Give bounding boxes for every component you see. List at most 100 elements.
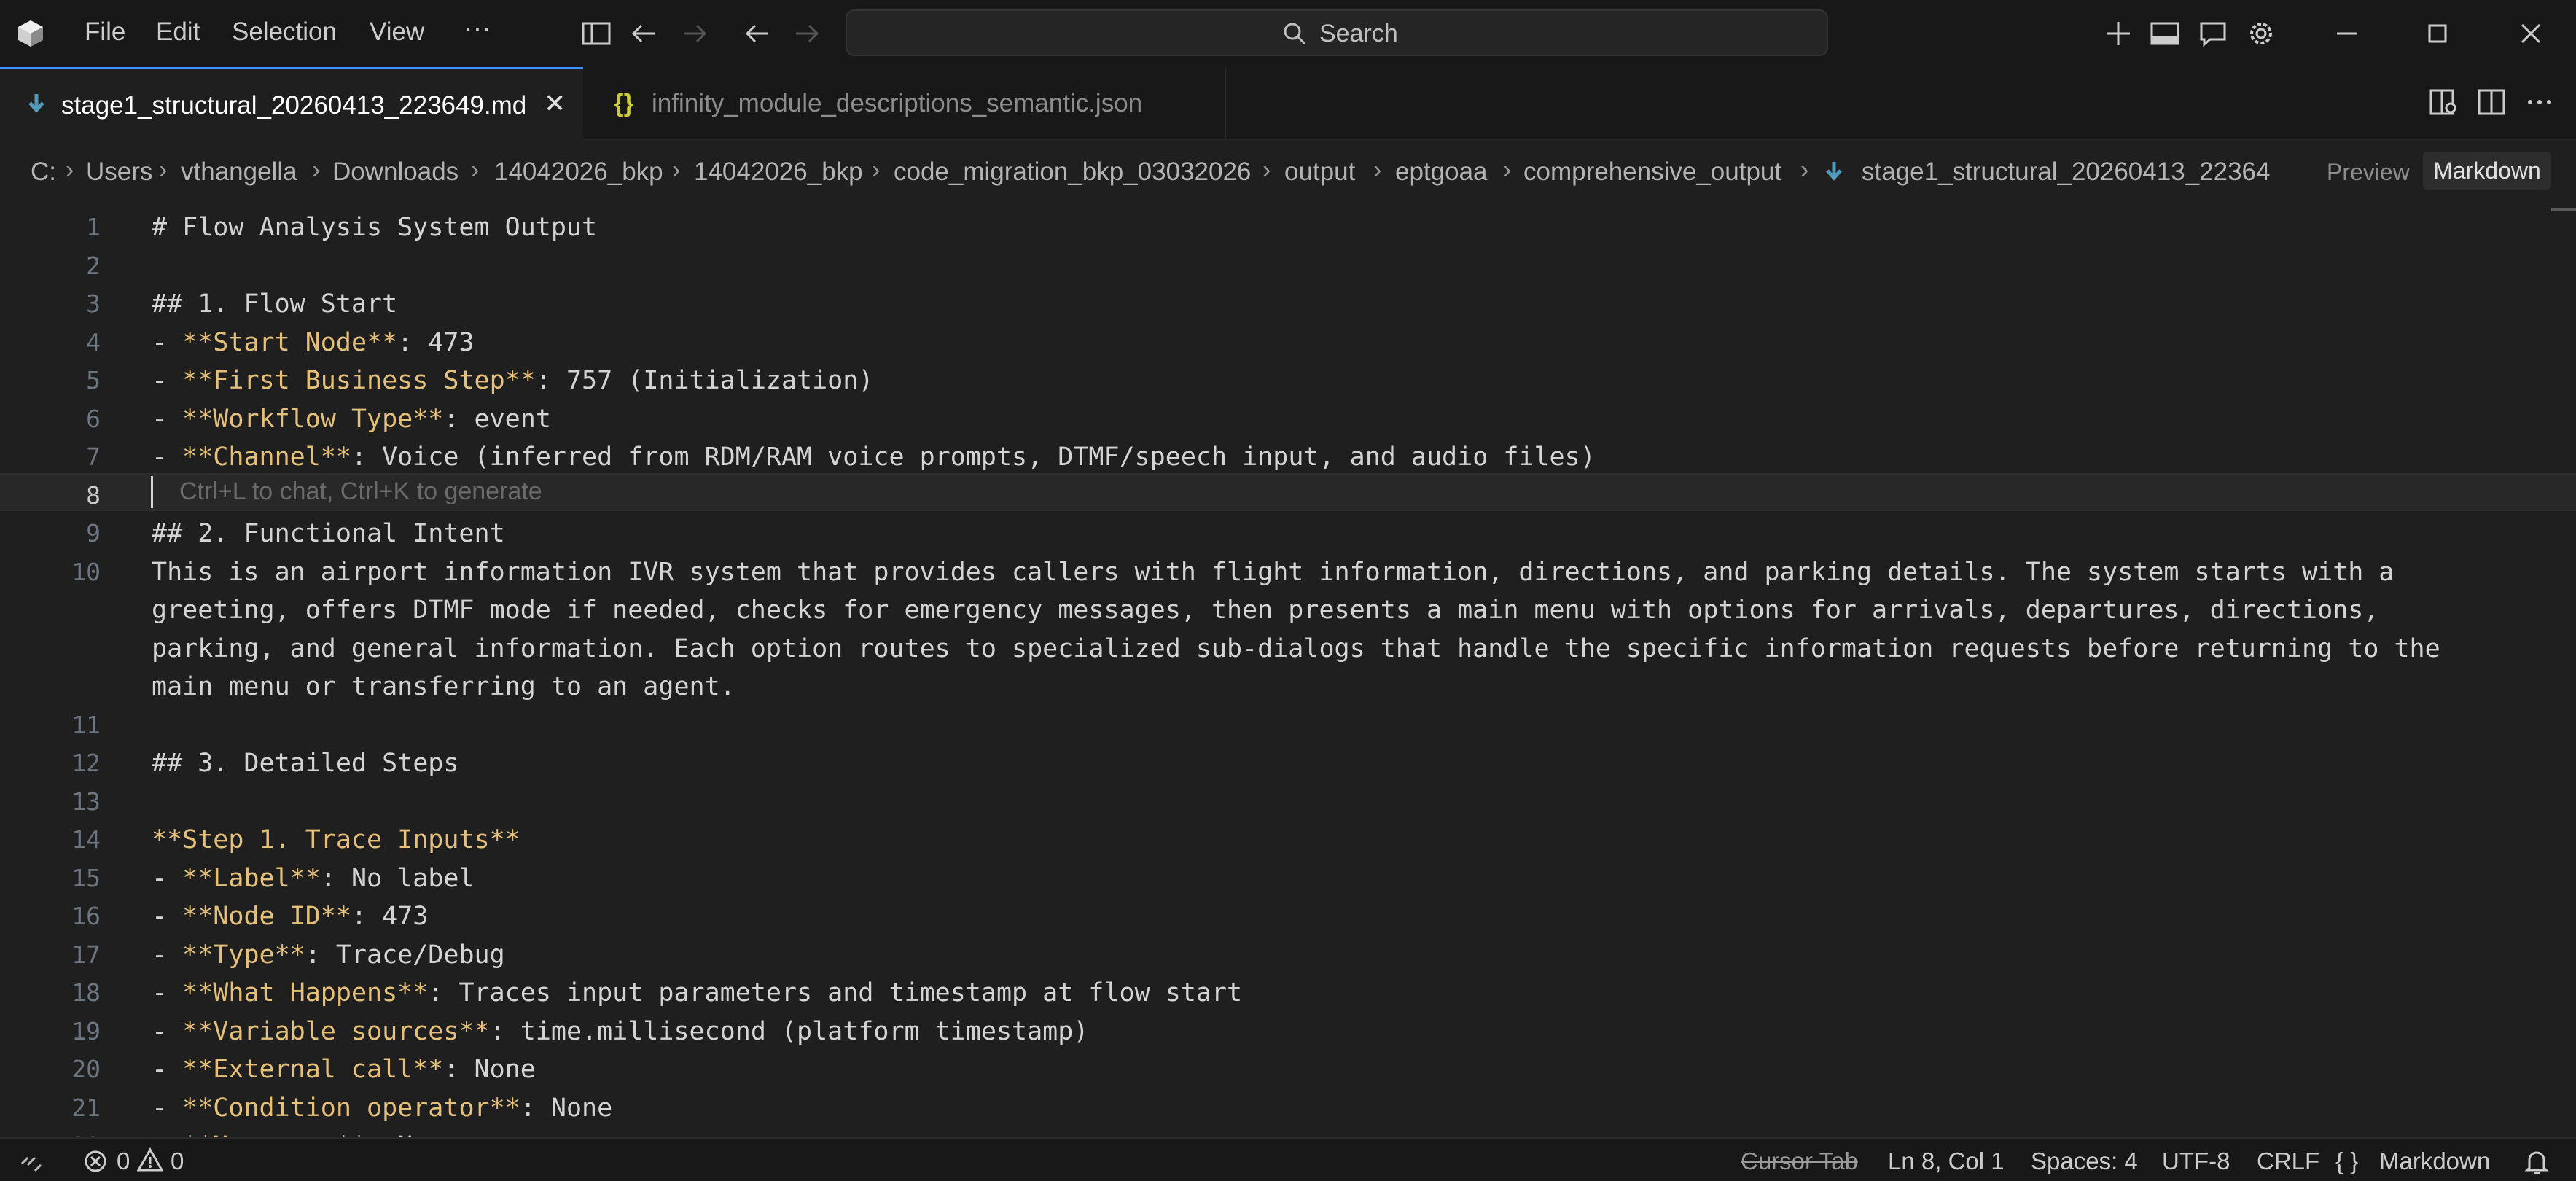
editor-line[interactable]: 7 - **Channel**: Voice (inferred from RDM… xyxy=(0,438,2576,476)
text-token: : 473 xyxy=(397,327,475,357)
command-search-box[interactable]: Search xyxy=(846,9,1828,56)
line-ending[interactable]: CRLF xyxy=(2257,1147,2319,1175)
breadcrumb-item[interactable]: output xyxy=(1284,157,1355,187)
tab-stage1-structural[interactable]: stage1_structural_20260413_223649.md ✕ xyxy=(0,67,583,140)
tab-close-icon[interactable]: ✕ xyxy=(544,88,566,119)
editor-line[interactable]: 16 - **Node ID**: 473 xyxy=(0,897,2576,935)
editor-line[interactable]: 17 - **Type**: Trace/Debug xyxy=(0,936,2576,974)
text-token: : None xyxy=(443,1055,536,1084)
markdown-file-icon xyxy=(1826,162,1842,181)
text-token: : None xyxy=(520,1093,613,1123)
line-number: 21 xyxy=(71,1093,101,1122)
menu-selection[interactable]: Selection xyxy=(232,17,337,47)
editor-line[interactable]: 1 # Flow Analysis System Output xyxy=(0,208,2576,246)
line-number: 20 xyxy=(71,1055,101,1083)
menu-edit[interactable]: Edit xyxy=(156,17,200,47)
editor-line[interactable]: parking, and general information. Each o… xyxy=(0,630,2576,668)
forward-arrow-icon[interactable] xyxy=(678,17,710,50)
editor-line[interactable]: 6 - **Workflow Type**: event xyxy=(0,400,2576,438)
breadcrumb-item[interactable]: code_migration_bkp_03032026 xyxy=(894,157,1251,187)
editor-line[interactable]: 18 - **What Happens**: Traces input param… xyxy=(0,974,2576,1012)
warning-icon[interactable] xyxy=(137,1147,163,1172)
breadcrumb-item[interactable]: comprehensive_output xyxy=(1523,157,1781,187)
nav-forward-icon[interactable] xyxy=(790,17,822,50)
toggle-sidebar-icon[interactable] xyxy=(580,17,612,50)
editor-line[interactable]: 12 ## 3. Detailed Steps xyxy=(0,744,2576,782)
editor-line[interactable]: 14 **Step 1. Trace Inputs** xyxy=(0,821,2576,859)
line-number: 22 xyxy=(0,1127,101,1137)
more-actions-icon[interactable] xyxy=(2524,86,2556,118)
code-editor[interactable]: 1 # Flow Analysis System Output 2 3 ## 1. Fl… xyxy=(0,207,2576,1137)
editor-line[interactable]: 10 This is an airport information IVR sys… xyxy=(0,553,2576,591)
maximize-icon[interactable] xyxy=(2420,16,2455,51)
minimize-icon[interactable] xyxy=(2330,16,2365,51)
line-content: ## 2. Functional Intent xyxy=(152,515,505,553)
breadcrumb-item[interactable]: 14042026_bkp xyxy=(494,157,663,187)
breadcrumb-item[interactable]: vthangella xyxy=(181,157,297,187)
chevron-right-icon: › xyxy=(1262,156,1271,184)
preview-toggle-button[interactable]: Preview xyxy=(2327,159,2410,186)
breadcrumb-item[interactable]: C: xyxy=(31,157,56,187)
editor-line[interactable]: 11 xyxy=(0,706,2576,744)
encoding[interactable]: UTF-8 xyxy=(2162,1147,2230,1175)
breadcrumb-item[interactable]: Downloads xyxy=(332,157,458,187)
breadcrumb-item[interactable]: eptgoaa xyxy=(1395,157,1488,187)
cursor-position[interactable]: Ln 8, Col 1 xyxy=(1888,1147,2005,1175)
editor-line[interactable]: 13 xyxy=(0,783,2576,821)
editor-line[interactable]: main menu or transferring to an agent. xyxy=(0,668,2576,706)
editor-line[interactable]: 22 - **Messages**: None xyxy=(0,1127,2576,1137)
close-window-icon[interactable] xyxy=(2513,16,2548,51)
editor-line[interactable]: 21 - **Condition operator**: None xyxy=(0,1089,2576,1127)
warning-count[interactable]: 0 xyxy=(171,1147,184,1175)
gear-icon[interactable] xyxy=(2245,17,2277,50)
line-content: # Flow Analysis System Output xyxy=(152,208,597,246)
bold-markup-token: **Variable sources** xyxy=(182,1016,490,1046)
toggle-panel-icon[interactable] xyxy=(2149,17,2181,50)
nav-back-icon[interactable] xyxy=(742,17,774,50)
line-content: - **Channel**: Voice (inferred from RDM/… xyxy=(152,438,1596,476)
text-token: greeting, offers DTMF mode if needed, ch… xyxy=(152,596,2379,625)
editor-line[interactable]: 19 - **Variable sources**: time.milliseco… xyxy=(0,1013,2576,1051)
new-chat-plus-icon[interactable] xyxy=(2102,17,2134,50)
line-content: - **Condition operator**: None xyxy=(152,1089,612,1127)
error-icon[interactable] xyxy=(83,1149,108,1174)
split-editor-icon[interactable] xyxy=(2475,86,2507,118)
editor-line[interactable]: 20 - **External call**: None xyxy=(0,1051,2576,1088)
indentation-setting[interactable]: Spaces: 4 xyxy=(2031,1147,2138,1175)
cursor-tab-status[interactable]: Cursor Tab xyxy=(1741,1147,1858,1175)
editor-line[interactable]: 4 - **Start Node**: 473 xyxy=(0,324,2576,362)
editor-line[interactable]: 5 - **First Business Step**: 757 (Initial… xyxy=(0,362,2576,399)
line-number: 11 xyxy=(71,710,101,739)
chevron-right-icon: › xyxy=(1800,156,1809,184)
text-token: : 473 xyxy=(351,902,429,931)
language-mode[interactable]: Markdown xyxy=(2379,1147,2490,1175)
open-preview-side-icon[interactable] xyxy=(2427,86,2459,118)
editor-line[interactable]: 9 ## 2. Functional Intent xyxy=(0,515,2576,553)
search-icon xyxy=(1284,23,1306,45)
editor-line[interactable]: 2 xyxy=(0,247,2576,285)
breadcrumb-item[interactable]: 14042026_bkp xyxy=(694,157,863,187)
menu-view[interactable]: View xyxy=(370,17,424,47)
bold-markup-token: **Node ID** xyxy=(182,902,351,931)
text-token: - xyxy=(152,443,183,472)
menu-more[interactable]: ··· xyxy=(464,13,491,44)
editor-tab-bar: stage1_structural_20260413_223649.md ✕ {… xyxy=(0,67,2576,140)
bell-icon[interactable] xyxy=(2524,1147,2550,1175)
chat-bubble-icon[interactable] xyxy=(2197,17,2229,50)
editor-line[interactable]: greeting, offers DTMF mode if needed, ch… xyxy=(0,591,2576,629)
error-count[interactable]: 0 xyxy=(117,1147,130,1175)
tab-infinity-module-descriptions[interactable]: {} infinity_module_descriptions_semantic… xyxy=(585,67,1226,140)
back-arrow-icon[interactable] xyxy=(628,17,660,50)
text-token: ## 1. Flow Start xyxy=(152,289,398,319)
breadcrumb-item[interactable]: Users xyxy=(86,157,152,187)
editor-line[interactable]: 15 - **Label**: No label xyxy=(0,860,2576,897)
line-content: - **Variable sources**: time.millisecond… xyxy=(152,1013,1088,1051)
editor-line[interactable]: 3 ## 1. Flow Start xyxy=(0,285,2576,323)
line-number: 19 xyxy=(71,1016,101,1045)
menu-file[interactable]: File xyxy=(85,17,125,47)
remote-connection-icon[interactable] xyxy=(19,1149,44,1174)
line-content: - **Start Node**: 473 xyxy=(152,324,475,362)
markdown-toggle-button[interactable]: Markdown xyxy=(2423,152,2551,190)
breadcrumb-current-file[interactable]: stage1_structural_20260413_22364 xyxy=(1862,157,2270,187)
chevron-right-icon: › xyxy=(872,156,881,184)
